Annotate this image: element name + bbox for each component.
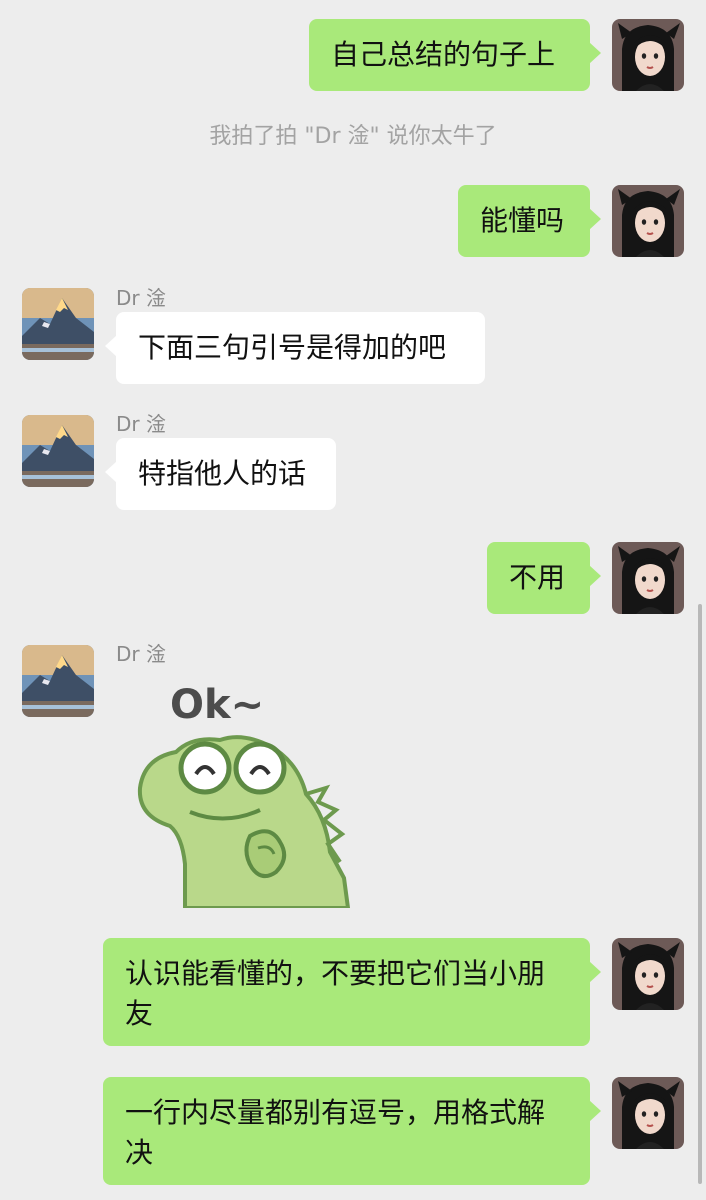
message-text: 自己总结的句子上 <box>331 38 556 71</box>
girl-portrait-icon <box>612 1077 684 1149</box>
self-avatar[interactable] <box>612 938 684 1010</box>
contact-avatar[interactable] <box>22 415 94 487</box>
mountain-landscape-icon <box>22 288 94 360</box>
girl-portrait-icon <box>612 185 684 257</box>
message-text-line: 友 <box>125 997 154 1030</box>
self-avatar[interactable] <box>612 1077 684 1149</box>
message-text-line: 一行内尽量都别有逗号，用格式解 <box>125 1096 546 1129</box>
girl-portrait-icon <box>612 542 684 614</box>
message-text: 下面三句引号是得加的吧 <box>138 331 447 364</box>
outgoing-message[interactable]: 不用 <box>487 542 601 614</box>
outgoing-message[interactable]: 能懂吗 <box>458 185 601 257</box>
sender-name: Dr 淦 <box>116 412 166 436</box>
chat-scrollbar[interactable] <box>698 604 702 1184</box>
mountain-landscape-icon <box>22 645 94 717</box>
girl-portrait-icon <box>612 938 684 1010</box>
message-text: 不用 <box>509 561 566 594</box>
self-avatar[interactable] <box>612 542 684 614</box>
outgoing-message[interactable]: 认识能看懂的，不要把它们当小朋 友 <box>103 938 601 1046</box>
girl-portrait-icon <box>612 19 684 91</box>
message-text: 特指他人的话 <box>138 457 307 490</box>
message-text-line: 决 <box>125 1136 154 1169</box>
dinosaur-ok-sticker[interactable]: Ok~ <box>130 676 360 910</box>
contact-avatar[interactable] <box>22 645 94 717</box>
sender-name: Dr 淦 <box>116 286 166 310</box>
mountain-landscape-icon <box>22 415 94 487</box>
outgoing-message[interactable]: 自己总结的句子上 <box>309 19 601 91</box>
message-text-line: 认识能看懂的，不要把它们当小朋 <box>125 957 546 990</box>
incoming-message[interactable]: 特指他人的话 <box>105 438 336 510</box>
contact-avatar[interactable] <box>22 288 94 360</box>
self-avatar[interactable] <box>612 185 684 257</box>
outgoing-message[interactable]: 一行内尽量都别有逗号，用格式解 决 <box>103 1077 601 1185</box>
message-text: 能懂吗 <box>480 204 565 237</box>
sticker-caption: Ok~ <box>170 682 264 728</box>
pat-system-notice: 我拍了拍 "Dr 淦" 说你太牛了 <box>209 124 497 149</box>
self-avatar[interactable] <box>612 19 684 91</box>
sender-name: Dr 淦 <box>116 642 166 666</box>
incoming-message[interactable]: 下面三句引号是得加的吧 <box>105 312 485 384</box>
